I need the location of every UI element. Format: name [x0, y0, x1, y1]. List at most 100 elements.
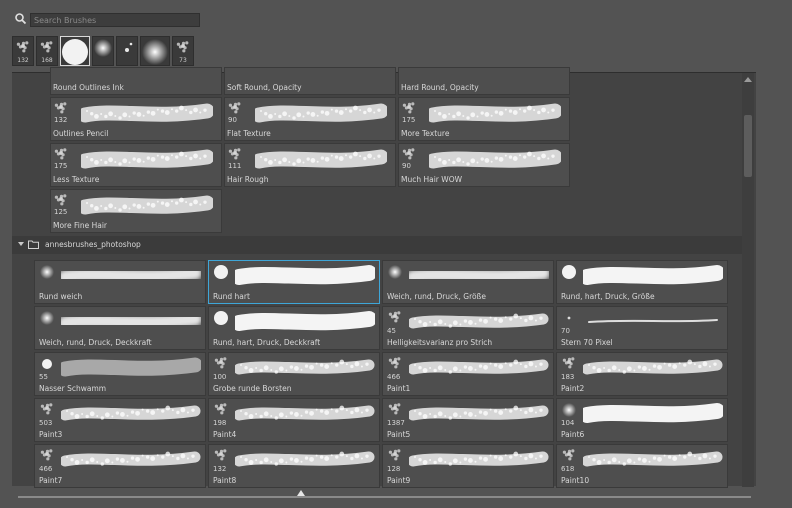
brush-stroke-preview: [235, 265, 375, 285]
brush-size-number: 175: [54, 162, 68, 170]
recent-brushes: 132 168 73: [12, 36, 194, 66]
brush-tip-icon: [40, 403, 53, 415]
brush-preset-item[interactable]: 132 Outlines Pencil: [50, 97, 222, 141]
brush-preset-label: Paint1: [387, 384, 411, 393]
brush-preset-label: More Fine Hair: [53, 221, 107, 230]
search-row: [0, 8, 792, 32]
brush-stroke-preview: [583, 451, 723, 467]
search-input[interactable]: [30, 13, 200, 27]
recent-brush-tile[interactable]: 73: [172, 36, 194, 66]
brush-preset-item[interactable]: 45 Helligkeitsvarianz pro Strich: [382, 306, 554, 350]
brush-preset-item[interactable]: 90 Much Hair WOW: [398, 143, 570, 187]
brush-size-number: 55: [39, 373, 48, 381]
brush-tip-icon: [40, 311, 54, 325]
brush-preset-item[interactable]: 111 Hair Rough: [224, 143, 396, 187]
size-slider-track[interactable]: [18, 496, 751, 498]
brush-preset-item[interactable]: 132 Paint8: [208, 444, 380, 488]
brush-tip-icon: [228, 102, 241, 114]
size-slider-handle[interactable]: [297, 490, 305, 496]
brush-tip-icon: [54, 148, 67, 160]
brush-group-header[interactable]: annesbrushes_photoshop: [12, 236, 742, 254]
brush-tip-icon: [228, 148, 241, 160]
brush-stroke-preview: [255, 149, 387, 169]
brush-size-number: 125: [54, 208, 68, 216]
brush-size-number: 128: [387, 465, 401, 473]
brush-size-number: 1387: [387, 419, 405, 427]
brush-preset-item[interactable]: Rund weich: [34, 260, 206, 304]
brush-preset-item[interactable]: 70 Stern 70 Pixel: [556, 306, 728, 350]
brush-preset-label: Nasser Schwamm: [39, 384, 107, 393]
brush-tip-icon: [562, 403, 576, 417]
brush-stroke-preview: [81, 195, 213, 215]
chevron-down-icon[interactable]: [18, 242, 24, 246]
brush-stroke-preview: [61, 357, 201, 377]
brush-preset-label: Grobe runde Borsten: [213, 384, 292, 393]
brush-size-number: 132: [213, 465, 227, 473]
brush-preset-item[interactable]: Hard Round, Opacity: [398, 67, 570, 95]
brush-stroke-preview: [61, 312, 201, 330]
brush-preset-label: Soft Round, Opacity: [227, 83, 302, 92]
brush-preset-item[interactable]: 104 Paint6: [556, 398, 728, 442]
brush-preset-item[interactable]: 55 Nasser Schwamm: [34, 352, 206, 396]
brush-tip-icon: [54, 102, 67, 114]
brush-tip-icon: [402, 102, 415, 114]
brush-preset-item[interactable]: 198 Paint4: [208, 398, 380, 442]
brush-preset-item[interactable]: 183 Paint2: [556, 352, 728, 396]
brush-tip-icon: [54, 194, 67, 206]
brush-tip-icon: [214, 449, 227, 461]
brush-tip-icon: [142, 39, 168, 65]
brush-preset-item[interactable]: 466 Paint7: [34, 444, 206, 488]
brush-tip-icon: [562, 265, 576, 279]
brush-preset-item[interactable]: 503 Paint3: [34, 398, 206, 442]
recent-brush-tile[interactable]: [116, 36, 138, 66]
brush-tip-icon: [562, 357, 575, 369]
brush-preset-label: Paint6: [561, 430, 585, 439]
brush-preset-item[interactable]: Rund, hart, Druck, Deckkraft: [208, 306, 380, 350]
recent-brush-tile[interactable]: 132: [12, 36, 34, 66]
brush-stroke-preview: [409, 359, 549, 375]
recent-brush-tile[interactable]: [140, 36, 170, 66]
brush-preset-label: Weich, rund, Druck, Deckkraft: [39, 338, 152, 347]
brush-preset-item[interactable]: Rund, hart, Druck, Größe: [556, 260, 728, 304]
search-icon[interactable]: [14, 12, 28, 26]
brush-preset-label: Rund hart: [213, 292, 250, 301]
brush-preset-label: Paint2: [561, 384, 585, 393]
brush-preset-item[interactable]: 1387 Paint5: [382, 398, 554, 442]
brush-preset-item[interactable]: Rund hart: [208, 260, 380, 304]
brush-preset-item[interactable]: Round Outlines Ink: [50, 67, 222, 95]
brush-tip-icon: [125, 42, 133, 52]
brush-tip-icon: [94, 39, 112, 57]
brush-preset-label: Paint7: [39, 476, 63, 485]
brush-preset-label: Weich, rund, Druck, Größe: [387, 292, 486, 301]
brush-preset-label: Much Hair WOW: [401, 175, 463, 184]
recent-brush-tile[interactable]: [92, 36, 114, 66]
brush-preset-item[interactable]: 125 More Fine Hair: [50, 189, 222, 233]
brush-preset-item[interactable]: 100 Grobe runde Borsten: [208, 352, 380, 396]
brush-stroke-preview: [583, 359, 723, 375]
brush-tip-icon: [40, 449, 53, 461]
brush-preset-item[interactable]: 175 Less Texture: [50, 143, 222, 187]
brush-list[interactable]: annesbrushes_photoshop Round Outlines In…: [12, 67, 756, 488]
brush-tip-icon: [214, 403, 227, 415]
scrollbar[interactable]: [742, 73, 754, 487]
brush-preset-item[interactable]: 466 Paint1: [382, 352, 554, 396]
brush-preset-item[interactable]: 175 More Texture: [398, 97, 570, 141]
brush-preset-label: Flat Texture: [227, 129, 271, 138]
brush-preset-item[interactable]: 90 Flat Texture: [224, 97, 396, 141]
brush-stroke-preview: [583, 265, 723, 285]
scroll-up-icon[interactable]: [744, 77, 752, 82]
scroll-thumb[interactable]: [744, 115, 752, 177]
brush-size-number: 104: [561, 419, 575, 427]
brush-stroke-preview: [409, 313, 549, 329]
brush-preset-item[interactable]: Soft Round, Opacity: [224, 67, 396, 95]
brush-stroke-preview: [235, 451, 375, 467]
brush-preset-item[interactable]: 128 Paint9: [382, 444, 554, 488]
recent-brush-tile[interactable]: 168: [36, 36, 58, 66]
brush-preset-item[interactable]: Weich, rund, Druck, Deckkraft: [34, 306, 206, 350]
brush-preset-label: More Texture: [401, 129, 450, 138]
brush-preset-item[interactable]: 618 Paint10: [556, 444, 728, 488]
brush-tip-icon: [214, 311, 228, 325]
brush-preset-item[interactable]: Weich, rund, Druck, Größe: [382, 260, 554, 304]
recent-brush-tile[interactable]: [60, 36, 90, 66]
brush-stroke-preview: [81, 149, 213, 169]
